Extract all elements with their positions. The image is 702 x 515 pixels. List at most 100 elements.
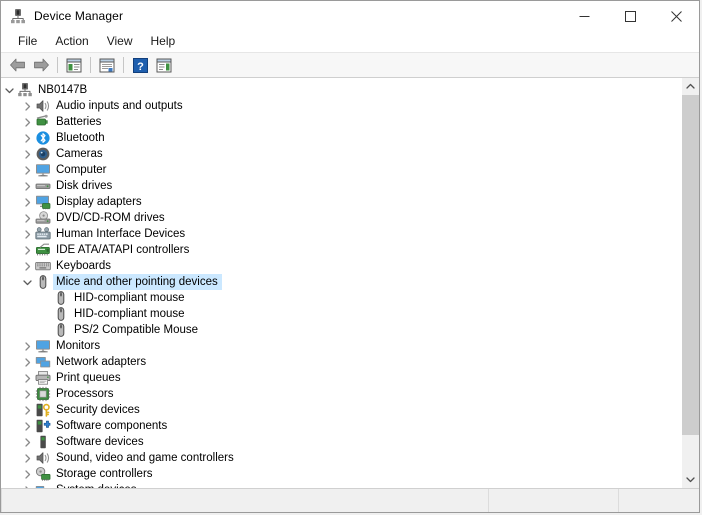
chevron-right-icon[interactable] xyxy=(19,482,35,488)
chevron-right-icon[interactable] xyxy=(19,146,35,162)
system-device-icon xyxy=(35,482,51,488)
battery-icon xyxy=(35,114,51,130)
tree-item-label: Storage controllers xyxy=(56,468,153,480)
tree-item[interactable]: Storage controllers xyxy=(1,466,681,482)
tree-item[interactable]: Sound, video and game controllers xyxy=(1,450,681,466)
device-manager-screen: Device Manager File Action View Help ? N… xyxy=(0,0,702,515)
title-bar: Device Manager xyxy=(1,1,699,31)
chevron-right-icon[interactable] xyxy=(19,226,35,242)
tree-root-item[interactable]: NB0147B xyxy=(1,82,681,98)
mouse-icon xyxy=(53,306,69,322)
chevron-right-icon[interactable] xyxy=(19,162,35,178)
chevron-right-icon[interactable] xyxy=(19,466,35,482)
chevron-down-icon[interactable] xyxy=(1,82,17,98)
tree-item-label: Network adapters xyxy=(56,356,147,368)
tree-item[interactable]: Cameras xyxy=(1,146,681,162)
back-arrow-icon[interactable] xyxy=(5,54,29,76)
chevron-right-icon[interactable] xyxy=(19,418,35,434)
tree-item[interactable]: Mice and other pointing devices xyxy=(1,274,681,290)
storage-controller-icon xyxy=(35,466,51,482)
chevron-right-icon[interactable] xyxy=(19,178,35,194)
device-tree[interactable]: NB0147B Audio inputs and outputs Batteries… xyxy=(1,78,681,488)
tree-item-label: PS/2 Compatible Mouse xyxy=(74,324,199,336)
chevron-down-icon[interactable] xyxy=(19,274,35,290)
tree-item[interactable]: Bluetooth xyxy=(1,130,681,146)
ide-controller-icon xyxy=(35,242,51,258)
tree-item-label: Display adapters xyxy=(56,196,142,208)
tree-item[interactable]: Disk drives xyxy=(1,178,681,194)
scroll-down-button[interactable] xyxy=(682,471,699,488)
close-button[interactable] xyxy=(653,1,699,31)
tree-item-label: NB0147B xyxy=(38,84,88,96)
tree-item[interactable]: PS/2 Compatible Mouse xyxy=(1,322,681,338)
mouse-icon xyxy=(35,274,51,290)
chevron-right-icon[interactable] xyxy=(19,130,35,146)
hid-icon xyxy=(35,226,51,242)
vertical-scrollbar[interactable] xyxy=(681,78,699,488)
monitor-icon xyxy=(35,338,51,354)
chevron-right-icon[interactable] xyxy=(19,338,35,354)
maximize-button[interactable] xyxy=(607,1,653,31)
chevron-right-icon[interactable] xyxy=(19,114,35,130)
chevron-right-icon[interactable] xyxy=(19,370,35,386)
chevron-right-icon[interactable] xyxy=(19,450,35,466)
scroll-up-button[interactable] xyxy=(682,78,699,95)
tree-item[interactable]: Audio inputs and outputs xyxy=(1,98,681,114)
status-bar xyxy=(1,489,699,512)
scrollbar-track[interactable] xyxy=(682,95,699,471)
menu-file[interactable]: File xyxy=(9,32,46,51)
tree-item-label: Security devices xyxy=(56,404,140,416)
content-area: NB0147B Audio inputs and outputs Batteries… xyxy=(1,78,699,489)
tree-item[interactable]: Network adapters xyxy=(1,354,681,370)
tree-item[interactable]: Processors xyxy=(1,386,681,402)
tree-item[interactable]: Keyboards xyxy=(1,258,681,274)
mouse-icon xyxy=(53,322,69,338)
status-pane-1 xyxy=(1,489,489,512)
forward-arrow-icon[interactable] xyxy=(29,54,53,76)
mouse-icon xyxy=(53,290,69,306)
chevron-right-icon[interactable] xyxy=(19,194,35,210)
tree-item-label: HID-compliant mouse xyxy=(74,308,185,320)
tree-item[interactable]: Print queues xyxy=(1,370,681,386)
tree-item[interactable]: IDE ATA/ATAPI controllers xyxy=(1,242,681,258)
menu-help[interactable]: Help xyxy=(142,32,185,51)
chevron-right-icon[interactable] xyxy=(19,258,35,274)
tree-item[interactable]: DVD/CD-ROM drives xyxy=(1,210,681,226)
help-icon[interactable]: ? xyxy=(128,54,152,76)
tree-item[interactable]: Monitors xyxy=(1,338,681,354)
scan-for-hardware-changes-icon[interactable] xyxy=(152,54,176,76)
chevron-right-icon[interactable] xyxy=(19,210,35,226)
chevron-right-icon[interactable] xyxy=(19,242,35,258)
tree-item-label: Batteries xyxy=(56,116,102,128)
menu-bar: File Action View Help xyxy=(1,31,699,53)
tree-item[interactable]: Display adapters xyxy=(1,194,681,210)
tree-item[interactable]: HID-compliant mouse xyxy=(1,290,681,306)
status-pane-2 xyxy=(489,489,619,512)
menu-action[interactable]: Action xyxy=(46,32,97,51)
chevron-right-icon[interactable] xyxy=(19,402,35,418)
chevron-right-icon[interactable] xyxy=(19,98,35,114)
network-adapter-icon xyxy=(35,354,51,370)
scrollbar-thumb[interactable] xyxy=(682,95,699,436)
tree-item[interactable]: HID-compliant mouse xyxy=(1,306,681,322)
software-device-icon xyxy=(35,434,51,450)
chevron-right-icon[interactable] xyxy=(19,386,35,402)
tree-item[interactable]: Human Interface Devices xyxy=(1,226,681,242)
tree-item[interactable]: System devices xyxy=(1,482,681,488)
tree-item[interactable]: Security devices xyxy=(1,402,681,418)
tree-item[interactable]: Software components xyxy=(1,418,681,434)
minimize-button[interactable] xyxy=(561,1,607,31)
tree-item[interactable]: Computer xyxy=(1,162,681,178)
tree-item[interactable]: Batteries xyxy=(1,114,681,130)
show-hide-console-tree-icon[interactable] xyxy=(62,54,86,76)
security-device-icon xyxy=(35,402,51,418)
properties-icon[interactable] xyxy=(95,54,119,76)
device-manager-window: Device Manager File Action View Help ? N… xyxy=(0,0,700,513)
menu-view[interactable]: View xyxy=(98,32,142,51)
chevron-right-icon[interactable] xyxy=(19,354,35,370)
tree-item[interactable]: Software devices xyxy=(1,434,681,450)
status-pane-3 xyxy=(619,489,699,512)
chevron-right-icon[interactable] xyxy=(19,434,35,450)
tree-item-label: DVD/CD-ROM drives xyxy=(56,212,165,224)
